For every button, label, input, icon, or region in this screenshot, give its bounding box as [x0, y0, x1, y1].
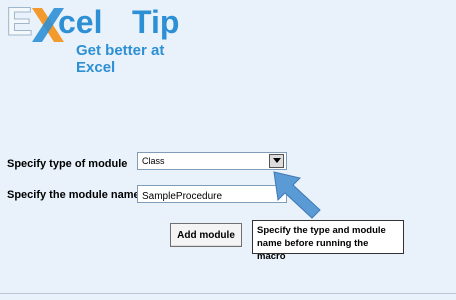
module-type-value: Class — [142, 156, 165, 166]
pointer-arrow-icon — [273, 171, 321, 219]
chevron-down-icon — [273, 158, 281, 163]
module-type-dropdown[interactable]: Class — [137, 152, 287, 170]
excel-tip-logo: E cel Tip Get better at Excel — [6, 0, 206, 76]
add-module-button[interactable]: Add module — [170, 223, 242, 247]
module-type-label: Specify type of module — [7, 158, 128, 170]
divider — [0, 293, 456, 294]
logo-brand: cel — [58, 4, 103, 40]
logo-e-letter: E — [6, 0, 34, 45]
module-name-label: Specify the module name — [7, 189, 140, 201]
logo-tip: Tip — [132, 4, 180, 40]
logo-tagline: Get better at Excel — [76, 42, 165, 76]
module-name-field[interactable] — [137, 185, 287, 204]
form-window: E cel Tip Get better at Excel Specify ty… — [0, 0, 456, 300]
module-name-input[interactable] — [142, 189, 282, 204]
instruction-callout: Specify the type and module name before … — [252, 220, 404, 262]
dropdown-button[interactable] — [269, 154, 284, 168]
